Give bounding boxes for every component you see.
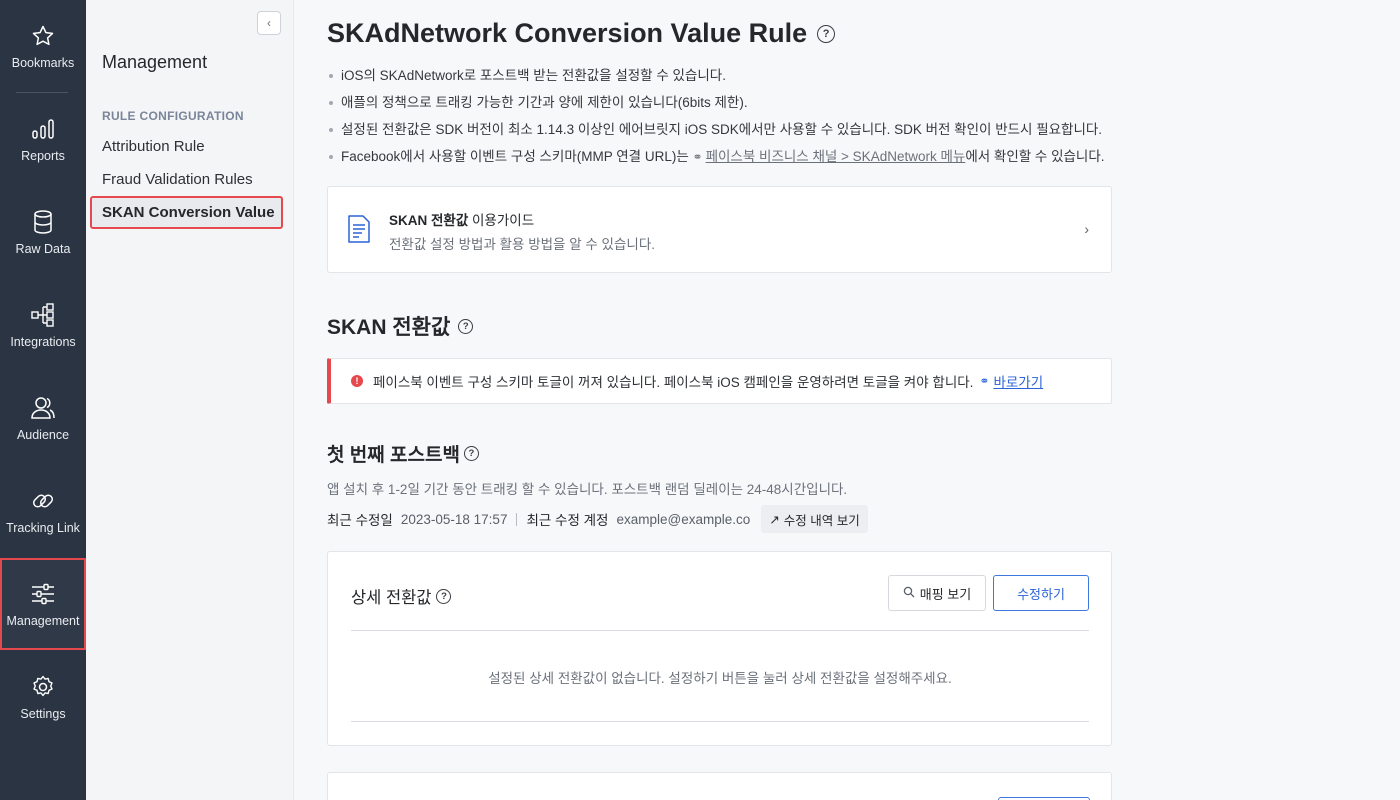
rail-item-settings[interactable]: Settings xyxy=(0,651,86,743)
divider xyxy=(351,721,1089,722)
modification-meta: 최근 수정일 2023-05-18 17:57 최근 수정 계정 example… xyxy=(327,505,868,533)
view-mapping-label: 매핑 보기 xyxy=(919,586,972,602)
main-content: SKAdNetwork Conversion Value Rule ? iOS의… xyxy=(294,0,1400,800)
list-item: iOS의 SKAdNetwork로 포스트백 받는 전환값을 설정할 수 있습니… xyxy=(329,66,1105,93)
help-icon[interactable]: ? xyxy=(458,318,474,334)
collapse-sidebar-button[interactable]: ‹ xyxy=(257,11,281,35)
chevron-right-icon: › xyxy=(1084,221,1089,237)
rail-item-label: Bookmarks xyxy=(11,56,75,70)
rail-item-tracking-link[interactable]: Tracking Link xyxy=(0,465,86,557)
rail-item-label: Settings xyxy=(20,707,66,721)
chevron-left-icon: ‹ xyxy=(267,16,271,30)
help-icon[interactable]: ? xyxy=(817,24,836,43)
bar-chart-icon xyxy=(29,115,57,143)
edit-button[interactable]: 수정하기 xyxy=(993,575,1089,611)
sidebar-section-header: RULE CONFIGURATION xyxy=(102,109,244,123)
star-icon xyxy=(29,22,57,50)
guide-title-rest: 이용가이드 xyxy=(468,213,535,228)
help-icon[interactable]: ? xyxy=(436,588,452,604)
divider xyxy=(516,512,518,526)
link-icon: ⚭ xyxy=(979,374,990,388)
modified-account-value: example@example.co xyxy=(616,511,751,527)
rail-item-label: Tracking Link xyxy=(6,521,80,535)
document-icon xyxy=(346,214,372,244)
page-title-row: SKAdNetwork Conversion Value Rule ? xyxy=(327,18,836,49)
modified-date-label: 최근 수정일 xyxy=(327,513,393,528)
link-icon: ⚭ xyxy=(692,150,703,164)
section-title: SKAN 전환값 xyxy=(327,316,451,339)
usage-guide-card[interactable]: SKAN 전환값 이용가이드 전환값 설정 방법과 활용 방법을 알 수 있습니… xyxy=(327,186,1112,273)
alert-text: 페이스북 이벤트 구성 스키마 토글이 꺼져 있습니다. 페이스북 iOS 캠페… xyxy=(373,375,974,390)
bullet-text: Facebook에서 사용할 이벤트 구성 스키마(MMP 연결 URL)는 xyxy=(341,149,689,164)
help-icon[interactable]: ? xyxy=(463,446,479,461)
bullet-text: 에서 확인할 수 있습니다. xyxy=(965,149,1105,164)
postback-description: 앱 설치 후 1-2일 기간 동안 트래킹 할 수 있습니다. 포스트백 랜덤 … xyxy=(327,482,848,497)
sidebar-item-fraud-validation-rules[interactable]: Fraud Validation Rules xyxy=(102,171,253,188)
view-history-label: 수정 내역 보기 xyxy=(783,513,860,528)
page-title: SKAdNetwork Conversion Value Rule xyxy=(327,18,808,48)
detail-title-row: 상세 전환값 ? xyxy=(351,584,452,608)
gear-icon xyxy=(29,673,57,701)
sliders-icon xyxy=(29,580,57,608)
detail-conversion-card: 상세 전환값 ? 매핑 보기 수정하기 설정된 상세 전환값이 없습니다. 설정… xyxy=(327,551,1112,746)
sidebar-title: Management xyxy=(102,52,208,72)
postback-title: 첫 번째 포스트백 xyxy=(327,445,460,466)
integrations-icon xyxy=(29,301,57,329)
rail-item-label: Audience xyxy=(16,428,70,442)
go-to-link[interactable]: 바로가기 xyxy=(993,371,1043,391)
empty-state-message: 설정된 상세 전환값이 없습니다. 설정하기 버튼을 눌러 상세 전환값을 설정… xyxy=(488,671,952,686)
rail-item-label: Integrations xyxy=(10,335,76,349)
database-icon xyxy=(29,208,57,236)
section-title-row: SKAN 전환값 ? xyxy=(327,311,474,341)
icon-rail: Bookmarks Reports Raw Data Integrations … xyxy=(0,0,86,800)
next-section-card xyxy=(327,772,1112,800)
list-item: 애플의 정책으로 트래킹 가능한 기간과 양에 제한이 있습니다(6bits 제… xyxy=(329,93,1105,120)
list-item: 설정된 전환값은 SDK 버전이 최소 1.14.3 이상인 에어브릿지 iOS… xyxy=(329,120,1105,147)
link-icon xyxy=(29,487,57,515)
rail-item-reports[interactable]: Reports xyxy=(0,93,86,185)
rail-item-label: Reports xyxy=(21,149,65,163)
rail-item-management[interactable]: Management xyxy=(0,558,86,650)
view-history-button[interactable]: ↗ 수정 내역 보기 xyxy=(761,505,868,533)
list-item: Facebook에서 사용할 이벤트 구성 스키마(MMP 연결 URL)는 ⚭… xyxy=(329,147,1105,174)
rail-item-raw-data[interactable]: Raw Data xyxy=(0,186,86,278)
search-icon xyxy=(903,586,915,601)
sidebar-item-attribution-rule[interactable]: Attribution Rule xyxy=(102,138,205,155)
alert-icon: ! xyxy=(351,375,363,387)
audience-icon xyxy=(29,394,57,422)
modified-date-value: 2023-05-18 17:57 xyxy=(400,511,508,527)
view-mapping-button[interactable]: 매핑 보기 xyxy=(888,575,986,611)
detail-title: 상세 전환값 xyxy=(351,589,432,607)
divider xyxy=(351,630,1089,631)
rail-item-label: Raw Data xyxy=(15,242,71,256)
postback-title-row: 첫 번째 포스트백 ? xyxy=(327,440,479,467)
rail-item-integrations[interactable]: Integrations xyxy=(0,279,86,371)
warning-alert: ! 페이스북 이벤트 구성 스키마 토글이 꺼져 있습니다. 페이스북 iOS … xyxy=(327,358,1112,404)
facebook-business-link[interactable]: 페이스북 비즈니스 채널 > SKAdNetwork 메뉴 xyxy=(706,149,966,164)
sidebar-item-skan-conversion-value[interactable]: SKAN Conversion Value xyxy=(90,196,283,229)
info-bullet-list: iOS의 SKAdNetwork로 포스트백 받는 전환값을 설정할 수 있습니… xyxy=(329,66,1105,174)
secondary-sidebar: ‹ Management RULE CONFIGURATION Attribut… xyxy=(86,0,294,800)
rail-item-label: Management xyxy=(6,614,80,628)
modified-account-label: 최근 수정 계정 xyxy=(526,513,609,528)
rail-item-audience[interactable]: Audience xyxy=(0,372,86,464)
guide-title-bold: SKAN 전환값 xyxy=(389,213,469,228)
rail-item-bookmarks[interactable]: Bookmarks xyxy=(0,0,86,92)
arrow-up-right-icon: ↗ xyxy=(769,512,780,527)
guide-description: 전환값 설정 방법과 활용 방법을 알 수 있습니다. xyxy=(389,237,655,252)
guide-title: SKAN 전환값 이용가이드 xyxy=(389,209,534,229)
